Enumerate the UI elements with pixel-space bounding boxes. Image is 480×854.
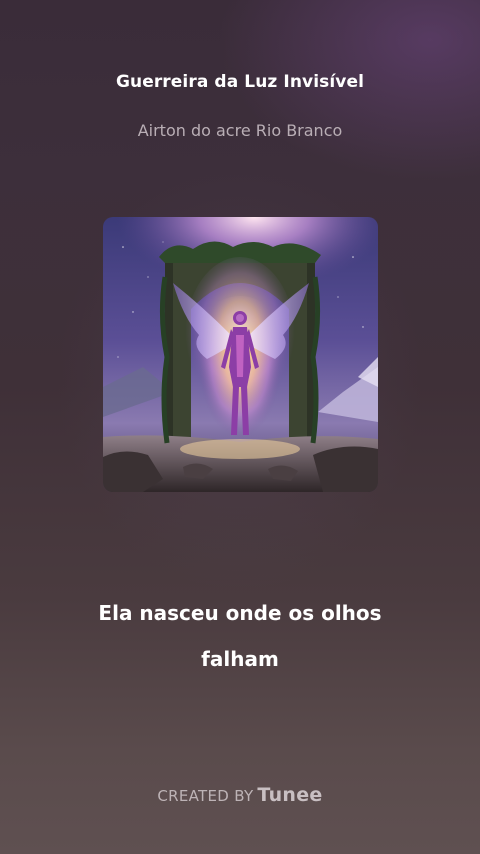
brand-logo: Tunee (257, 784, 323, 806)
lyrics-line: falham (201, 647, 279, 671)
album-cover (103, 217, 378, 492)
lyrics-line: Ela nasceu onde os olhos (98, 601, 382, 625)
angel-portal-cover-art (103, 217, 378, 492)
created-by-label: CREATED BY (157, 787, 254, 805)
lyrics-text: Ela nasceu onde os olhos falham (40, 590, 440, 682)
created-by-footer: CREATED BY Tunee (0, 784, 480, 806)
artist-name: Airton do acre Rio Branco (137, 121, 343, 140)
song-title: Guerreira da Luz Invisível (115, 72, 365, 92)
